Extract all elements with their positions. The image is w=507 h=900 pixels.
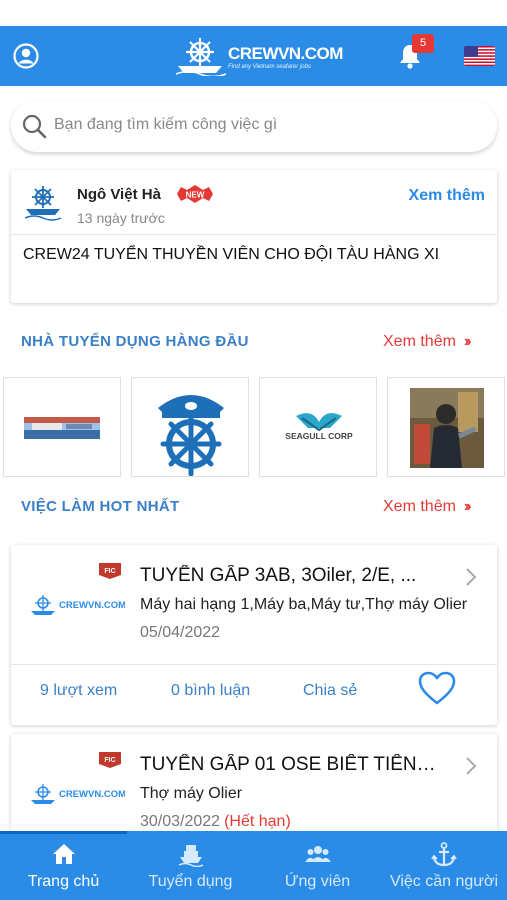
news-see-more-link[interactable]: Xem thêm: [409, 187, 485, 205]
us-flag-language-icon[interactable]: [464, 46, 495, 66]
search-bar[interactable]: Bạn đang tìm kiếm công việc gì: [11, 100, 497, 152]
people-icon: [304, 846, 331, 862]
company-logo-text: CREWVN.COM: [59, 789, 125, 800]
ship-icon: [178, 845, 203, 867]
favorite-heart-icon[interactable]: [418, 671, 456, 707]
notification-count-badge: 5: [412, 34, 434, 53]
double-chevron-right-icon: ››: [463, 333, 471, 350]
employer-card[interactable]: [131, 377, 249, 477]
job-date: 05/04/2022: [140, 624, 221, 641]
view-count: 9 lượt xem: [40, 682, 118, 699]
chevron-right-icon[interactable]: [465, 567, 477, 587]
seagull-corp-logo: SEAGULL CORP: [285, 413, 353, 441]
news-card[interactable]: Ngô Việt Hà NEW 13 ngày trước Xem thêm C…: [11, 170, 497, 303]
home-icon: [52, 844, 75, 864]
logo-tagline: Find any Vietnam seafarer jobs: [228, 64, 311, 70]
company-logo-text: CREWVN.COM: [59, 600, 125, 611]
tab-jobs-need-people[interactable]: Việc cần người: [381, 831, 507, 900]
top-app-bar: CREWVN.COM Find any Vietnam seafarer job…: [0, 26, 507, 86]
company-logo: CREWVN.COM: [31, 784, 125, 804]
tab-label: Ứng viên: [284, 873, 351, 890]
company-logo: CREWVN.COM: [31, 595, 125, 615]
user-account-icon[interactable]: [13, 43, 39, 69]
divider: [11, 664, 497, 665]
employer-card[interactable]: [3, 377, 121, 477]
comments-link[interactable]: 0 bình luận: [171, 682, 250, 700]
chevron-right-icon[interactable]: [465, 756, 477, 776]
new-badge: NEW: [177, 185, 213, 203]
tab-label: Tuyển dụng: [148, 873, 233, 890]
post-time: 13 ngày trước: [77, 210, 165, 226]
expired-status: (Hết hạn): [224, 813, 291, 830]
job-title: TUYỂN GẤP 01 OSE BIẾT TIẾNG ANH: [140, 754, 440, 775]
job-positions: Thợ máy Olier: [140, 785, 243, 802]
share-button[interactable]: Chia sẻ: [303, 682, 357, 700]
job-date-value: 30/03/2022: [140, 813, 221, 830]
hot-jobs-see-more-link[interactable]: Xem thêm ››: [383, 498, 471, 516]
bottom-tab-bar: Trang chủ Tuyển dụng Ứng viên Việc cần n…: [0, 831, 507, 900]
anchor-icon: [431, 842, 457, 867]
job-date: 30/03/2022 (Hết hạn): [140, 813, 291, 831]
fic-badge: FIC: [99, 563, 121, 579]
tab-candidates[interactable]: Ứng viên: [254, 831, 381, 900]
ship-wheel-logo-icon: [175, 38, 227, 76]
new-badge-text: NEW: [186, 191, 205, 200]
news-headline[interactable]: CREW24 TUYỂN THUYỀN VIÊN CHO ĐỘI TÀU HÀN…: [23, 246, 439, 264]
tab-label: Việc cần người: [389, 873, 499, 890]
job-positions: Máy hai hạng 1,Máy ba,Máy tư,Thợ máy Oli…: [140, 596, 468, 613]
top-employers-title: NHÀ TUYỂN DỤNG HÀNG ĐẦU: [21, 333, 249, 350]
divider: [11, 234, 497, 235]
captain-wheel-logo: [158, 395, 224, 476]
crewvn-logo[interactable]: CREWVN.COM Find any Vietnam seafarer job…: [174, 36, 343, 76]
job-title: TUYỂN GẤP 3AB, 3Oiler, 2/E, ...: [140, 565, 417, 586]
seagull-corp-text: SEAGULL CORP: [285, 431, 353, 441]
tab-recruitment[interactable]: Tuyển dụng: [127, 831, 254, 900]
top-employers-see-more-link[interactable]: Xem thêm ››: [383, 333, 471, 351]
worker-photo-logo: [410, 388, 484, 468]
status-bar: [0, 0, 507, 26]
logo-text: CREWVN.COM: [228, 44, 343, 63]
fic-badge-text: FIC: [104, 757, 115, 764]
ship-banner-logo: [24, 417, 100, 439]
fic-badge-text: FIC: [104, 568, 115, 575]
employer-card[interactable]: SEAGULL CORP: [259, 377, 377, 477]
tab-home[interactable]: Trang chủ: [0, 831, 127, 900]
fic-badge: FIC: [99, 752, 121, 768]
see-more-label: Xem thêm: [383, 333, 456, 350]
double-chevron-right-icon: ››: [463, 498, 471, 515]
job-card[interactable]: FIC CREWVN.COM TUYỂN GẤP 3AB, 3Oiler, 2/…: [11, 545, 497, 725]
author-name: Ngô Việt Hà: [77, 186, 161, 203]
employer-card[interactable]: [387, 377, 505, 477]
search-placeholder: Bạn đang tìm kiếm công việc gì: [54, 116, 278, 133]
hot-jobs-title: VIỆC LÀM HOT NHẤT: [21, 498, 180, 515]
tab-label: Trang chủ: [27, 873, 100, 890]
author-avatar: [24, 186, 62, 221]
search-icon: [22, 114, 47, 139]
see-more-label: Xem thêm: [383, 498, 456, 515]
